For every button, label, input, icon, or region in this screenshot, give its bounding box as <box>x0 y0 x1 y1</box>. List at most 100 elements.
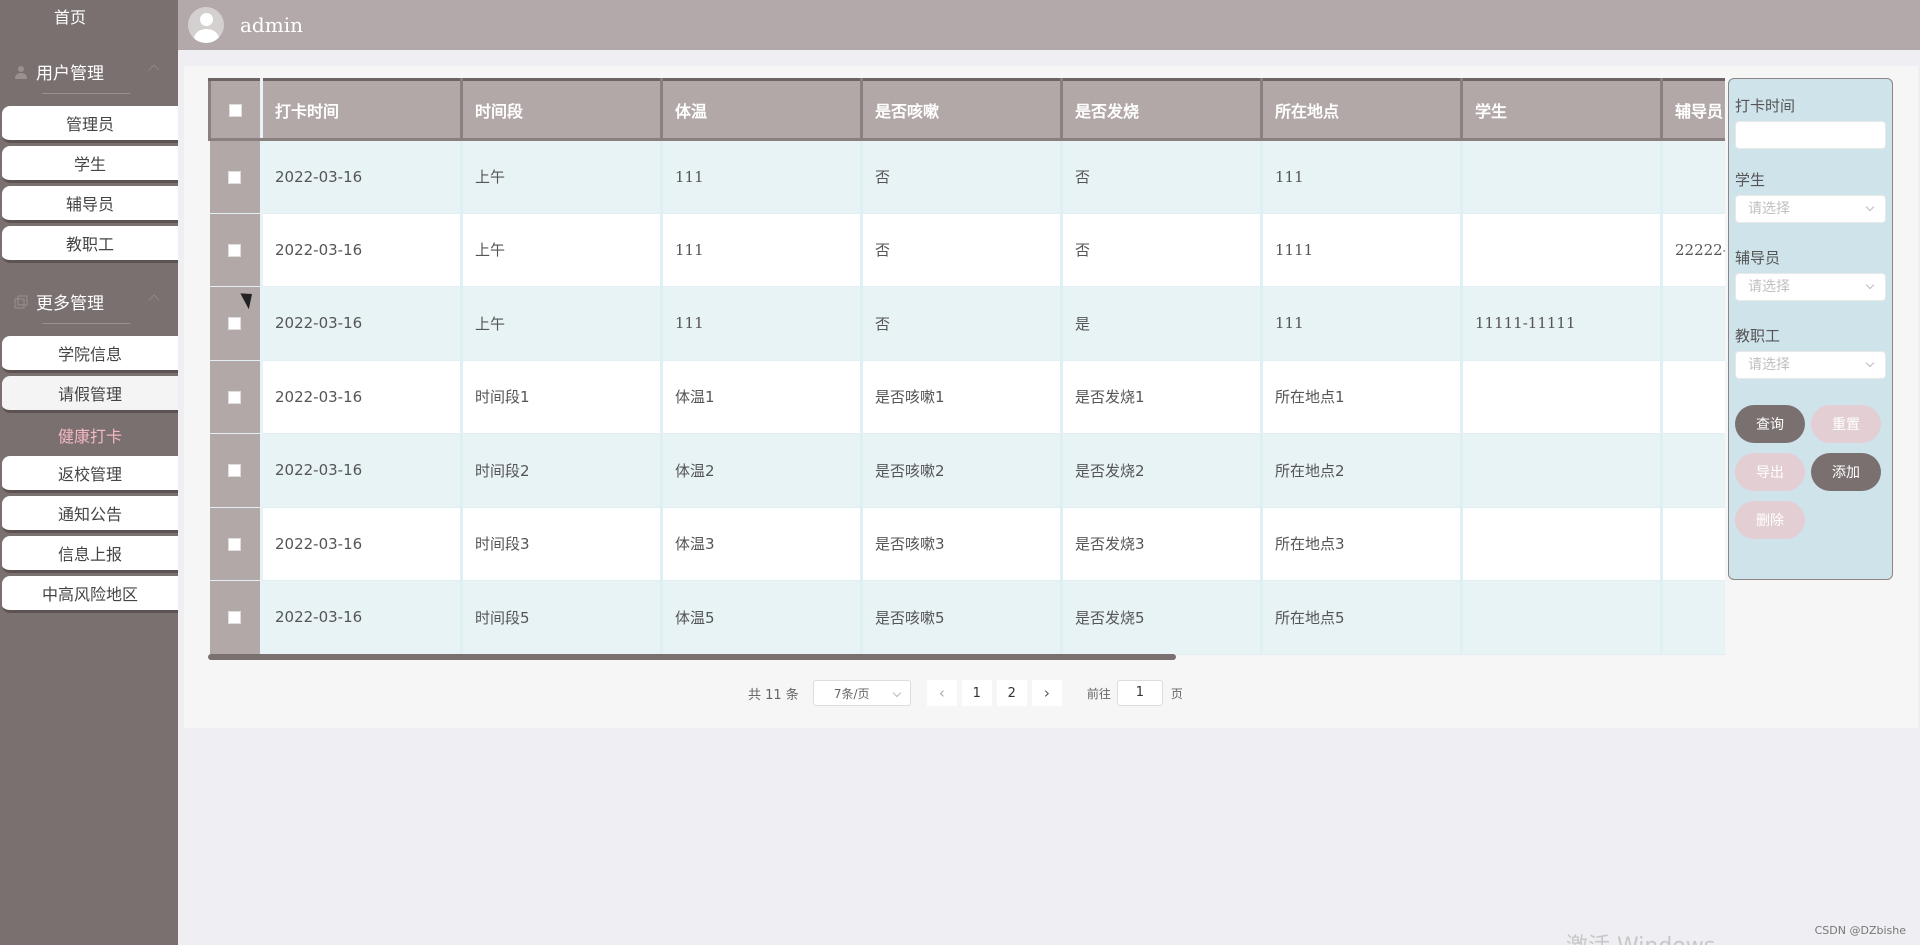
row-checkbox-cell[interactable] <box>209 139 263 214</box>
windows-watermark: 激活 Windows <box>1566 928 1715 945</box>
divider <box>42 93 130 94</box>
table-cell: 22222- <box>1661 213 1725 287</box>
chevron-down-icon <box>1865 202 1875 212</box>
username: admin <box>240 13 303 37</box>
avatar[interactable] <box>188 7 224 43</box>
sidebar-group-more-management[interactable]: 更多管理 <box>0 266 178 336</box>
column-header[interactable]: 学生 <box>1460 78 1663 141</box>
table-row[interactable]: 2022-03-16 上午 111 否否 1111 22222- <box>209 213 1725 287</box>
sidebar-item-home[interactable]: 首页 <box>0 0 140 36</box>
table-cell: 2022-03-16 <box>261 580 463 655</box>
table-cell: 2022-03-16 <box>261 360 463 434</box>
table-row[interactable]: 2022-03-16 上午 111 否是 111 11111-11111 <box>209 286 1725 361</box>
table-cell: 是否咳嗽2 <box>861 433 1063 508</box>
select-placeholder: 请选择 <box>1748 279 1790 295</box>
table-cell: 否 <box>1061 139 1263 214</box>
chevron-up-icon <box>148 64 160 76</box>
select-all-checkbox[interactable] <box>229 104 242 117</box>
sidebar-item-health-checkin[interactable]: 健康打卡 <box>2 416 178 453</box>
next-page-button[interactable]: › <box>1031 680 1062 706</box>
table-cell <box>1661 580 1725 655</box>
column-header[interactable]: 所在地点 <box>1260 78 1463 141</box>
sidebar: 首页 用户管理 管理员 学生 辅导员 教职工 更多管理 学院信息 请假管理 健康… <box>0 0 178 945</box>
copy-icon <box>14 294 28 309</box>
table-cell: 所在地点3 <box>1261 507 1463 581</box>
table-header-row: 打卡时间 时间段 体温 是否咳嗽 是否发烧 所在地点 学生 辅导员 <box>208 78 1725 141</box>
sidebar-item-report[interactable]: 信息上报 <box>2 536 178 573</box>
row-checkbox[interactable] <box>228 464 242 478</box>
row-checkbox[interactable] <box>228 243 242 257</box>
sidebar-item-staff[interactable]: 教职工 <box>2 226 178 263</box>
table-cell <box>1461 433 1663 508</box>
table-cell: 否 <box>861 139 1063 214</box>
search-label-counselor: 辅导员 <box>1735 249 1781 267</box>
table-row[interactable]: 2022-03-16 时间段3 体温3 是否咳嗽3 是否发烧3 所在地点3 <box>209 507 1725 581</box>
sidebar-item-return[interactable]: 返校管理 <box>2 456 178 493</box>
prev-page-button[interactable]: ‹ <box>926 680 957 706</box>
select-placeholder: 请选择 <box>1748 201 1790 217</box>
row-checkbox[interactable] <box>228 390 242 404</box>
row-checkbox-cell[interactable] <box>209 507 263 581</box>
row-checkbox[interactable] <box>228 317 242 331</box>
page-size-value: 7条/页 <box>833 686 870 701</box>
sidebar-group-user-management[interactable]: 用户管理 <box>0 36 178 106</box>
table-cell: 2022-03-16 <box>261 507 463 581</box>
row-checkbox-cell[interactable] <box>209 213 263 287</box>
page-button-2[interactable]: 2 <box>996 680 1027 706</box>
table-cell <box>1461 213 1663 287</box>
column-header[interactable]: 体温 <box>660 78 863 141</box>
student-select[interactable]: 请选择 <box>1735 195 1886 223</box>
sidebar-item-notice[interactable]: 通知公告 <box>2 496 178 533</box>
sidebar-group-label: 用户管理 <box>36 63 104 84</box>
row-checkbox-cell[interactable] <box>209 580 263 655</box>
sidebar-item-college-info[interactable]: 学院信息 <box>2 336 178 373</box>
goto-label: 前往 <box>1086 686 1111 701</box>
table-cell: 体温2 <box>661 433 863 508</box>
row-checkbox[interactable] <box>228 611 242 625</box>
table-cell: 时间段2 <box>461 433 663 508</box>
row-checkbox-cell[interactable] <box>209 360 263 434</box>
credit-text: CSDN @DZbishe <box>1814 924 1906 937</box>
query-button[interactable]: 查询 <box>1735 405 1805 443</box>
row-checkbox[interactable] <box>228 170 242 184</box>
column-header[interactable]: 辅导员 <box>1660 78 1725 141</box>
column-header[interactable]: 时间段 <box>460 78 663 141</box>
sidebar-item-leave[interactable]: 请假管理 <box>2 376 178 413</box>
table-row[interactable]: 2022-03-16 上午 111 否否 111 <box>209 139 1725 214</box>
table-cell: 是否发烧1 <box>1061 360 1263 434</box>
goto-page-input[interactable]: 1 <box>1116 680 1163 706</box>
table-row[interactable]: 2022-03-16 时间段1 体温1 是否咳嗽1 是否发烧1 所在地点1 <box>209 360 1725 434</box>
checkin-time-input[interactable] <box>1735 121 1886 149</box>
sidebar-item-student[interactable]: 学生 <box>2 146 178 183</box>
add-button[interactable]: 添加 <box>1811 453 1881 491</box>
row-checkbox[interactable] <box>228 537 242 551</box>
delete-button[interactable]: 删除 <box>1735 501 1805 539</box>
reset-button[interactable]: 重置 <box>1811 405 1881 443</box>
page-button-1[interactable]: 1 <box>961 680 992 706</box>
sidebar-item-counselor[interactable]: 辅导员 <box>2 186 178 223</box>
user-icon <box>14 64 28 79</box>
sidebar-item-risk-area[interactable]: 中高风险地区 <box>2 576 178 613</box>
page-size-select[interactable]: 7条/页 <box>812 680 911 706</box>
horizontal-scrollbar[interactable] <box>208 654 1176 660</box>
table-cell: 是否咳嗽5 <box>861 580 1063 655</box>
column-header[interactable]: 是否咳嗽 <box>860 78 1063 141</box>
table-cell: 时间段3 <box>461 507 663 581</box>
table-cell: 体温5 <box>661 580 863 655</box>
row-checkbox-cell[interactable] <box>209 433 263 508</box>
column-header[interactable]: 打卡时间 <box>260 78 463 141</box>
action-buttons: 查询 重置 导出 添加 删除 <box>1735 405 1886 539</box>
table-cell <box>1461 580 1663 655</box>
table-row[interactable]: 2022-03-16 时间段5 体温5 是否咳嗽5 是否发烧5 所在地点5 <box>209 580 1725 655</box>
table-cell: 时间段1 <box>461 360 663 434</box>
export-button[interactable]: 导出 <box>1735 453 1805 491</box>
select-all-checkbox-cell[interactable] <box>208 78 263 141</box>
column-header[interactable]: 是否发烧 <box>1060 78 1263 141</box>
staff-select[interactable]: 请选择 <box>1735 351 1886 379</box>
table-row[interactable]: 2022-03-16 时间段2 体温2 是否咳嗽2 是否发烧2 所在地点2 <box>209 433 1725 508</box>
sidebar-item-admin[interactable]: 管理员 <box>2 106 178 143</box>
table-cell: 是否发烧2 <box>1061 433 1263 508</box>
table-cell <box>1661 433 1725 508</box>
counselor-select[interactable]: 请选择 <box>1735 273 1886 301</box>
table-cell <box>1461 139 1663 214</box>
